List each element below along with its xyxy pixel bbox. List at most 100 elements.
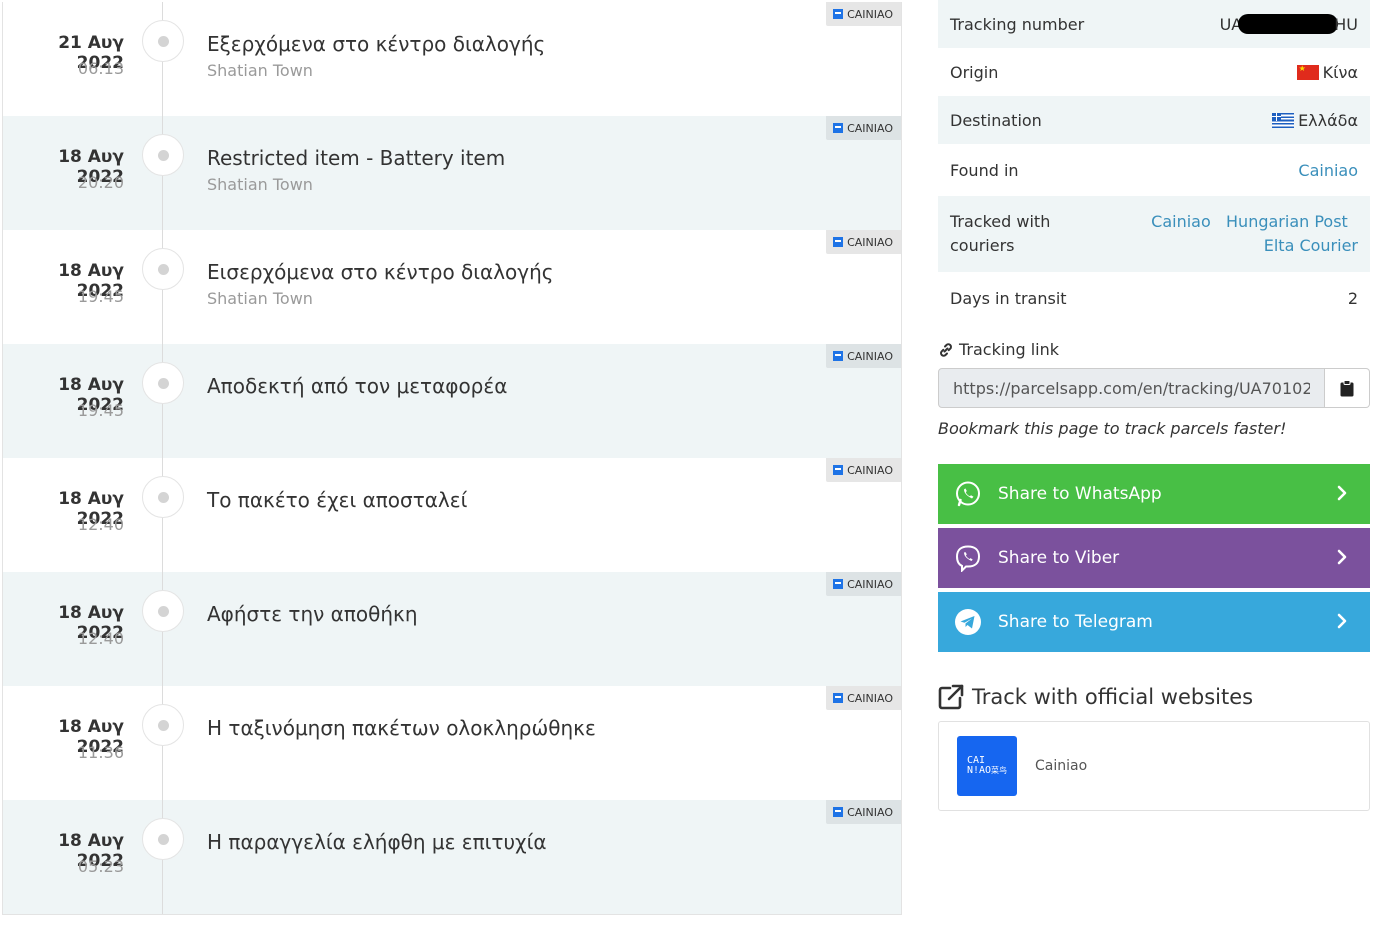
- carrier-badge: CAINIAO: [826, 2, 901, 26]
- timeline-event: 18 Αυγ 2022 19:45 Εισερχόμενα στο κέντρο…: [3, 230, 901, 344]
- found-in-label: Found in: [950, 160, 1019, 180]
- cainiao-icon: [833, 123, 844, 133]
- cainiao-icon: [833, 465, 844, 475]
- timeline-dot-icon: [142, 476, 184, 518]
- carrier-badge: CAINIAO: [826, 116, 901, 140]
- logo-text-line-2: N!AO: [966, 765, 992, 776]
- courier-link-cainiao[interactable]: Cainiao: [1151, 212, 1211, 231]
- share-whatsapp-label: Share to WhatsApp: [998, 484, 1162, 504]
- parcel-info-table: Tracking number UAHU Origin Κίνα Destina…: [938, 0, 1370, 324]
- couriers-label-line-1: Tracked with: [950, 212, 1051, 231]
- carrier-badge: CAINIAO: [826, 572, 901, 596]
- carrier-badge-label: CAINIAO: [847, 7, 893, 21]
- greece-flag-icon: [1272, 112, 1295, 128]
- whatsapp-icon: [954, 480, 982, 508]
- origin-value: Κίνα: [1296, 62, 1358, 82]
- copy-link-button[interactable]: [1325, 368, 1370, 408]
- event-status: Restricted item - Battery item: [207, 146, 506, 170]
- timeline-dot-icon: [142, 362, 184, 404]
- link-icon: [940, 342, 952, 357]
- couriers-label: Tracked with couriers: [950, 210, 1050, 258]
- timeline-event: 18 Αυγ 2022 05:23 Η παραγγελία ελήφθη με…: [3, 800, 901, 914]
- couriers-list: Cainiao Hungarian Post Elta Courier: [1151, 210, 1358, 258]
- china-flag-icon: [1296, 64, 1319, 80]
- official-site-card-cainiao[interactable]: CAI N!AO菜鸟 Cainiao: [938, 721, 1370, 811]
- timeline-dot-icon: [142, 134, 184, 176]
- chevron-right-icon: [1337, 549, 1347, 565]
- timeline-event: 18 Αυγ 2022 20:20 Restricted item - Batt…: [3, 116, 901, 230]
- timeline-dot-icon: [142, 248, 184, 290]
- cainiao-icon: [833, 693, 844, 703]
- event-status: Εισερχόμενα στο κέντρο διαλογής: [207, 260, 554, 284]
- external-link-icon: [938, 684, 964, 710]
- chevron-right-icon: [1337, 485, 1347, 501]
- share-viber-button[interactable]: Share to Viber: [938, 528, 1370, 588]
- event-location: Shatian Town: [207, 61, 313, 80]
- event-status: Η παραγγελία ελήφθη με επιτυχία: [207, 830, 547, 854]
- tracking-number-row: Tracking number UA HU: [938, 0, 1370, 48]
- redaction-mark: [1238, 14, 1339, 34]
- timeline-dot-icon: [142, 590, 184, 632]
- event-time: 06:13: [77, 59, 124, 78]
- tracking-number-suffix: HU: [1334, 15, 1358, 34]
- found-in-row: Found in Cainiao: [938, 144, 1370, 196]
- destination-value: Ελλάδα: [1272, 111, 1358, 130]
- clipboard-icon: [1340, 379, 1354, 396]
- event-time: 20:20: [77, 173, 124, 192]
- destination-country: Ελλάδα: [1298, 110, 1358, 130]
- origin-label: Origin: [950, 62, 999, 82]
- event-status: Αφήστε την αποθήκη: [207, 602, 418, 626]
- days-value: 2: [1347, 288, 1358, 308]
- tracking-link-input[interactable]: [938, 368, 1325, 408]
- origin-row: Origin Κίνα: [938, 48, 1370, 96]
- carrier-badge-label: CAINIAO: [847, 691, 893, 705]
- days-in-transit-row: Days in transit 2: [938, 272, 1370, 324]
- destination-row: Destination Ελλάδα: [938, 96, 1370, 144]
- carrier-badge-label: CAINIAO: [847, 235, 893, 249]
- event-status: Αποδεκτή από τον μεταφορέα: [207, 374, 508, 398]
- timeline-event: 18 Αυγ 2022 19:45 Αποδεκτή από τον μεταφ…: [3, 344, 901, 458]
- cainiao-icon: [833, 351, 844, 361]
- tracking-number-label: Tracking number: [950, 14, 1085, 34]
- carrier-badge: CAINIAO: [826, 344, 901, 368]
- timeline-event: 18 Αυγ 2022 12:40 Αφήστε την αποθήκη CAI…: [3, 572, 901, 686]
- carrier-badge: CAINIAO: [826, 800, 901, 824]
- event-location: Shatian Town: [207, 175, 313, 194]
- share-viber-label: Share to Viber: [998, 548, 1120, 568]
- cainiao-icon: [833, 237, 844, 247]
- share-whatsapp-button[interactable]: Share to WhatsApp: [938, 464, 1370, 524]
- couriers-label-line-2: couriers: [950, 236, 1015, 255]
- official-site-name: Cainiao: [1035, 758, 1088, 774]
- telegram-icon: [954, 608, 982, 636]
- tracking-link-title: Tracking link: [959, 340, 1059, 359]
- share-telegram-button[interactable]: Share to Telegram: [938, 592, 1370, 652]
- cainiao-icon: [833, 807, 844, 817]
- timeline-event: 21 Αυγ 2022 06:13 Εξερχόμενα στο κέντρο …: [3, 2, 901, 116]
- logo-text-chinese: 菜鸟: [991, 766, 1008, 775]
- timeline-event: 18 Αυγ 2022 11:36 Η ταξινόμηση πακέτων ο…: [3, 686, 901, 800]
- event-time: 19:45: [77, 401, 124, 420]
- carrier-badge-label: CAINIAO: [847, 805, 893, 819]
- timeline-dot-icon: [142, 20, 184, 62]
- bookmark-hint: Bookmark this page to track parcels fast…: [938, 419, 1287, 438]
- official-websites-title: Track with official websites: [972, 685, 1254, 709]
- cainiao-logo: CAI N!AO菜鸟: [957, 736, 1017, 796]
- courier-link-hungarian-post[interactable]: Hungarian Post: [1226, 212, 1348, 231]
- share-telegram-label: Share to Telegram: [998, 612, 1153, 632]
- timeline-event: 18 Αυγ 2022 12:40 Το πακέτο έχει αποσταλ…: [3, 458, 901, 572]
- event-time: 12:40: [77, 629, 124, 648]
- courier-link-elta[interactable]: Elta Courier: [1264, 236, 1358, 255]
- cainiao-icon: [833, 9, 844, 19]
- event-status: Εξερχόμενα στο κέντρο διαλογής: [207, 32, 546, 56]
- tracking-link-group: [938, 368, 1370, 408]
- tracking-link-label: Tracking link: [938, 340, 1059, 359]
- event-time: 12:40: [77, 515, 124, 534]
- event-location: Shatian Town: [207, 289, 313, 308]
- days-label: Days in transit: [950, 288, 1067, 308]
- carrier-badge-label: CAINIAO: [847, 121, 893, 135]
- origin-country: Κίνα: [1322, 62, 1358, 82]
- couriers-row: Tracked with couriers Cainiao Hungarian P…: [938, 196, 1370, 272]
- viber-icon: [954, 544, 982, 572]
- found-in-link[interactable]: Cainiao: [1298, 161, 1358, 180]
- cainiao-icon: [833, 579, 844, 589]
